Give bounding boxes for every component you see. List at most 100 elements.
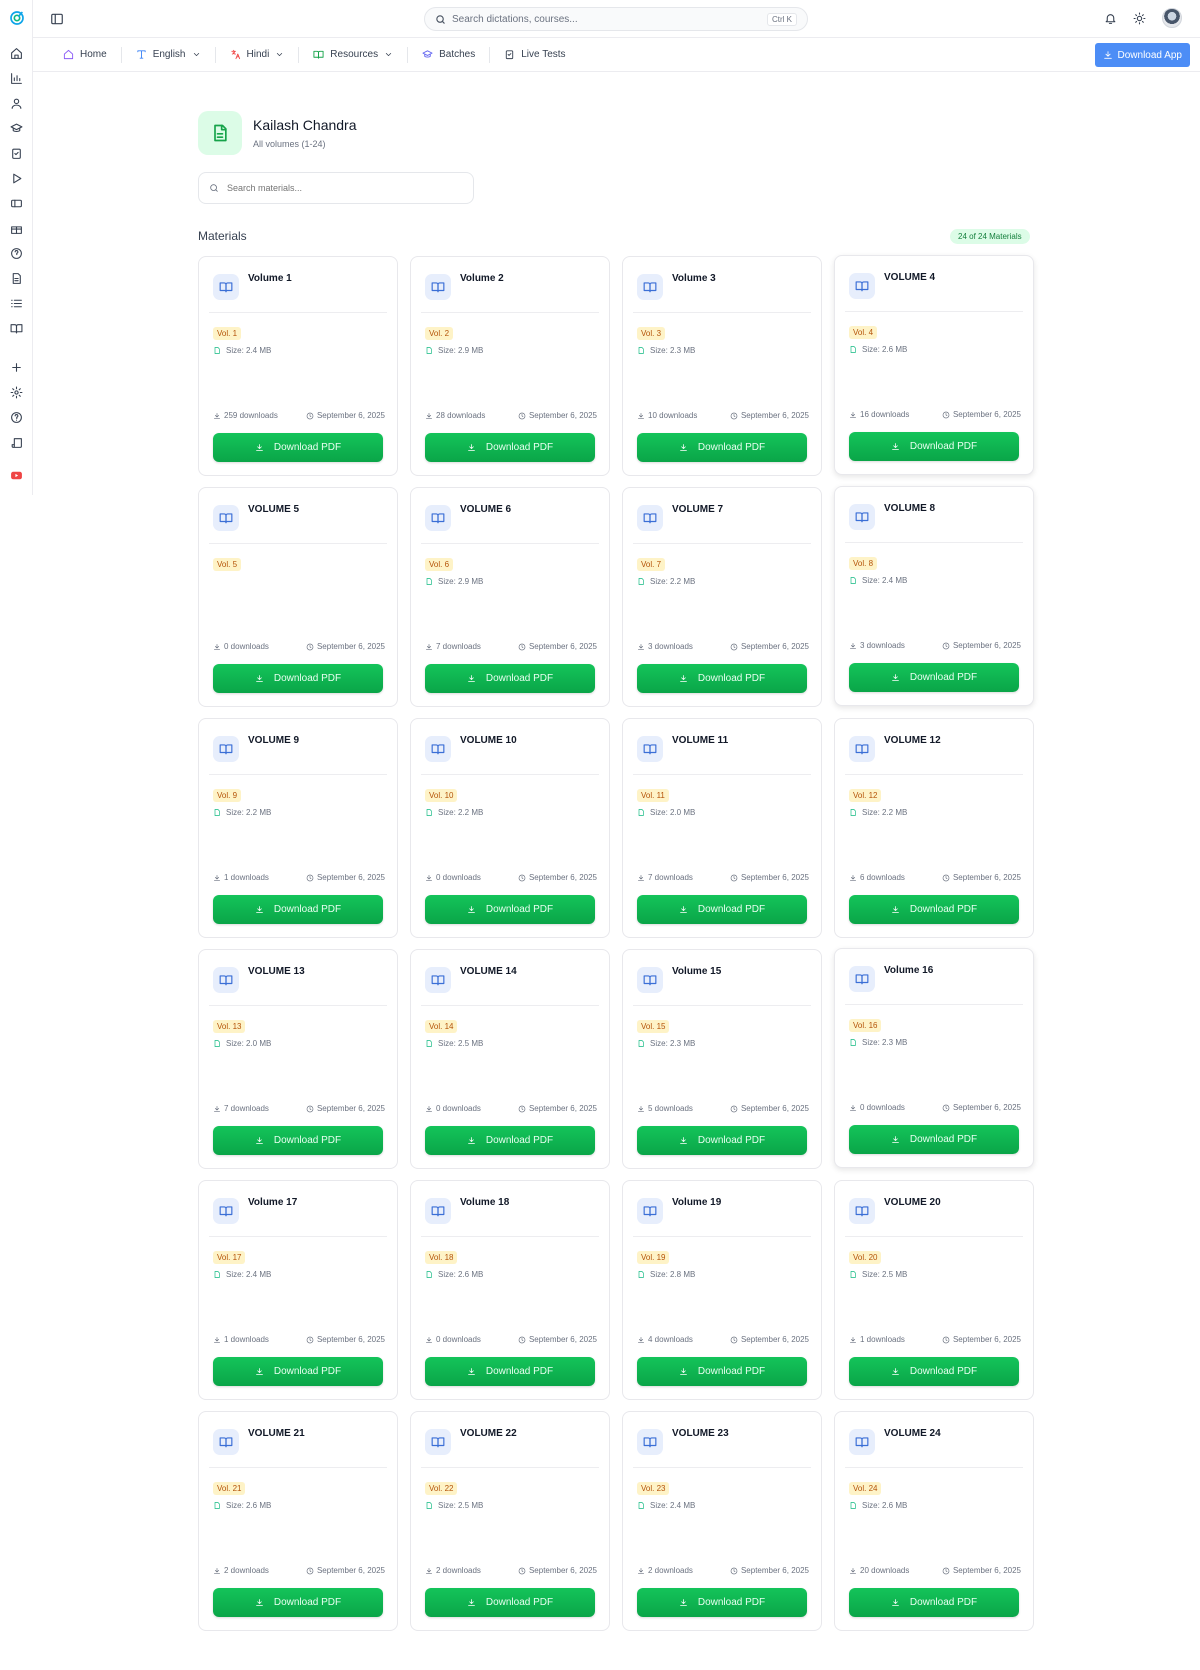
download-pdf-button[interactable]: Download PDF — [849, 1357, 1019, 1386]
list-icon[interactable] — [9, 296, 23, 310]
nav-batches-label: Batches — [439, 49, 476, 60]
material-card[interactable]: VOLUME 24 Vol. 24 Size: 2.6 MB 20 downloads… — [834, 1411, 1034, 1631]
nav-live-tests[interactable]: Live Tests — [489, 46, 579, 63]
upload-date-text: September 6, 2025 — [952, 1103, 1021, 1112]
material-card[interactable]: VOLUME 21 Vol. 21 Size: 2.6 MB 2 downloads S… — [198, 1411, 398, 1631]
download-pdf-button[interactable]: Download PDF — [213, 664, 383, 693]
material-card[interactable]: VOLUME 7 Vol. 7 Size: 2.2 MB 3 downloads Sep… — [622, 487, 822, 707]
download-pdf-button[interactable]: Download PDF — [849, 1588, 1019, 1617]
card-divider — [845, 774, 1023, 775]
material-card[interactable]: VOLUME 9 Vol. 9 Size: 2.2 MB 1 downloads Sep… — [198, 718, 398, 938]
material-card[interactable]: VOLUME 13 Vol. 13 Size: 2.0 MB 7 downloads S… — [198, 949, 398, 1169]
ticket-icon[interactable] — [9, 196, 23, 210]
app-logo-icon[interactable] — [9, 10, 25, 26]
material-card[interactable]: VOLUME 5 Vol. 5 0 downloads September 6, 20… — [198, 487, 398, 707]
nav-hindi[interactable]: Hindi — [214, 46, 299, 63]
upload-date-text: September 6, 2025 — [952, 410, 1021, 419]
download-pdf-button[interactable]: Download PDF — [637, 1588, 807, 1617]
material-title: VOLUME 11 — [672, 735, 729, 746]
upload-date-text: September 6, 2025 — [740, 1566, 809, 1575]
download-pdf-button[interactable]: Download PDF — [849, 432, 1019, 461]
material-title: VOLUME 20 — [884, 1197, 941, 1208]
download-pdf-button[interactable]: Download PDF — [637, 895, 807, 924]
download-pdf-button[interactable]: Download PDF — [637, 433, 807, 462]
upload-date-text: September 6, 2025 — [316, 873, 385, 882]
material-card[interactable]: VOLUME 23 Vol. 23 Size: 2.4 MB 2 downloads S… — [622, 1411, 822, 1631]
material-card[interactable]: VOLUME 12 Vol. 12 Size: 2.2 MB 6 downloads S… — [834, 718, 1034, 938]
material-card[interactable]: Volume 2 Vol. 2 Size: 2.9 MB 28 downloads Se… — [410, 256, 610, 476]
download-pdf-button[interactable]: Download PDF — [849, 663, 1019, 692]
material-card[interactable]: VOLUME 8 Vol. 8 Size: 2.4 MB 3 downloads Sep… — [834, 486, 1034, 706]
download-pdf-button[interactable]: Download PDF — [425, 1126, 595, 1155]
material-card[interactable]: VOLUME 22 Vol. 22 Size: 2.5 MB 2 downloads S… — [410, 1411, 610, 1631]
search-shortcut-badge: Ctrl K — [767, 12, 797, 26]
user-icon[interactable] — [9, 96, 23, 110]
material-card[interactable]: VOLUME 14 Vol. 14 Size: 2.5 MB 0 downloads S… — [410, 949, 610, 1169]
theme-sun-icon[interactable] — [1133, 12, 1146, 25]
file-size-text: Size: 2.2 MB — [650, 577, 696, 586]
sidebar-toggle-icon[interactable] — [50, 12, 64, 26]
graduation-cap-icon[interactable] — [9, 121, 23, 135]
file-icon — [214, 1271, 220, 1278]
download-pdf-button[interactable]: Download PDF — [637, 664, 807, 693]
nav-english[interactable]: English — [120, 46, 215, 63]
material-card[interactable]: VOLUME 6 Vol. 6 Size: 2.9 MB 7 downloads Sep… — [410, 487, 610, 707]
youtube-icon[interactable] — [9, 468, 23, 482]
download-pdf-button[interactable]: Download PDF — [213, 1126, 383, 1155]
nav-batches[interactable]: Batches — [407, 46, 489, 63]
global-search-input[interactable]: Search dictations, courses... Ctrl K — [424, 7, 808, 31]
download-pdf-button[interactable]: Download PDF — [425, 895, 595, 924]
book-open-icon — [425, 967, 451, 993]
material-card[interactable]: Volume 15 Vol. 15 Size: 2.3 MB 5 downloads S… — [622, 949, 822, 1169]
play-icon[interactable] — [9, 171, 23, 185]
book-open-icon[interactable] — [9, 321, 23, 335]
material-card[interactable]: VOLUME 4 Vol. 4 Size: 2.6 MB 16 downloads Se… — [834, 255, 1034, 475]
download-count: 10 downloads — [637, 411, 697, 420]
download-pdf-button[interactable]: Download PDF — [425, 433, 595, 462]
gift-icon[interactable] — [9, 221, 23, 235]
clock-icon — [518, 874, 526, 881]
help-circle-icon[interactable] — [9, 410, 23, 424]
file-icon — [426, 1502, 432, 1509]
material-card[interactable]: Volume 3 Vol. 3 Size: 2.3 MB 10 downloads Se… — [622, 256, 822, 476]
material-card[interactable]: Volume 17 Vol. 17 Size: 2.4 MB 1 downloads S… — [198, 1180, 398, 1400]
bell-icon[interactable] — [1104, 12, 1117, 25]
download-pdf-button[interactable]: Download PDF — [425, 1588, 595, 1617]
download-pdf-button[interactable]: Download PDF — [637, 1126, 807, 1155]
file-icon[interactable] — [9, 271, 23, 285]
download-pdf-button[interactable]: Download PDF — [849, 895, 1019, 924]
material-card[interactable]: VOLUME 11 Vol. 11 Size: 2.0 MB 7 downloads S… — [622, 718, 822, 938]
download-pdf-button[interactable]: Download PDF — [849, 1125, 1019, 1154]
download-app-button[interactable]: Download App — [1094, 43, 1190, 67]
download-pdf-button[interactable]: Download PDF — [213, 895, 383, 924]
material-card[interactable]: Volume 18 Vol. 18 Size: 2.6 MB 0 downloads S… — [410, 1180, 610, 1400]
material-card[interactable]: Volume 1 Vol. 1 Size: 2.4 MB 259 downloads S… — [198, 256, 398, 476]
materials-search[interactable] — [198, 172, 474, 204]
clock-icon — [942, 1336, 950, 1343]
user-avatar[interactable] — [1162, 8, 1182, 28]
download-count-text: 0 downloads — [436, 1104, 481, 1113]
download-pdf-button[interactable]: Download PDF — [213, 1588, 383, 1617]
home-icon[interactable] — [9, 46, 23, 60]
help-icon[interactable] — [9, 246, 23, 260]
material-card[interactable]: VOLUME 10 Vol. 10 Size: 2.2 MB 0 downloads S… — [410, 718, 610, 938]
download-pdf-button[interactable]: Download PDF — [213, 1357, 383, 1386]
material-card[interactable]: VOLUME 20 Vol. 20 Size: 2.5 MB 1 downloads S… — [834, 1180, 1034, 1400]
materials-search-input[interactable] — [227, 183, 447, 193]
download-pdf-button[interactable]: Download PDF — [213, 433, 383, 462]
nav-home[interactable]: Home — [49, 47, 121, 63]
plus-icon[interactable] — [9, 360, 23, 374]
material-title: Volume 15 — [672, 966, 722, 977]
download-pdf-button[interactable]: Download PDF — [425, 664, 595, 693]
download-pdf-button[interactable]: Download PDF — [425, 1357, 595, 1386]
settings-icon[interactable] — [9, 385, 23, 399]
clock-icon — [942, 874, 950, 881]
material-card[interactable]: Volume 19 Vol. 19 Size: 2.8 MB 4 downloads S… — [622, 1180, 822, 1400]
chart-icon[interactable] — [9, 71, 23, 85]
material-card[interactable]: Volume 16 Vol. 16 Size: 2.3 MB 0 downloads S… — [834, 948, 1034, 1168]
clipboard-icon[interactable] — [9, 146, 23, 160]
volume-badge: Vol. 11 — [637, 789, 669, 802]
scroll-icon[interactable] — [9, 435, 23, 449]
download-pdf-button[interactable]: Download PDF — [637, 1357, 807, 1386]
nav-resources[interactable]: Resources — [298, 46, 407, 63]
